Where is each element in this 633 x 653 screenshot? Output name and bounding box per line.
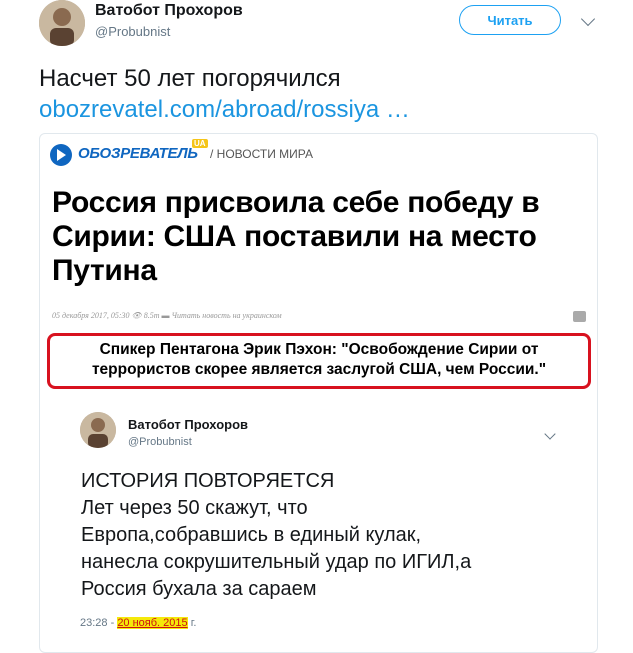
quote-box: Спикер Пентагона Эрик Пэхон: "Освобожден…: [47, 333, 591, 389]
news-screenshot-card[interactable]: ОБОЗРЕВАТЕЛЬ UA / НОВОСТИ МИРА Россия пр…: [39, 133, 598, 653]
embedded-line: ИСТОРИЯ ПОВТОРЯЕТСЯ: [81, 470, 335, 492]
article-meta: 05 декабря 2017, 05:30 👁 8.5т ▬ Читать н…: [52, 311, 282, 320]
embedded-tweet-text: ИСТОРИЯ ПОВТОРЯЕТСЯ Лет через 50 скажут,…: [81, 468, 471, 603]
embedded-date: 20 нояб. 2015: [117, 617, 188, 629]
author-handle[interactable]: @Probubnist: [95, 24, 170, 39]
follow-button[interactable]: Читать: [459, 5, 561, 35]
logo-badge: UA: [192, 139, 208, 148]
obozrevatel-logo-icon: [50, 144, 72, 166]
embedded-line: Европа,собравшись в единый кулак,: [81, 524, 422, 546]
chevron-down-icon[interactable]: [580, 11, 596, 27]
author-name[interactable]: Ватобот Прохоров: [95, 2, 243, 20]
site-logo-text: ОБОЗРЕВАТЕЛЬ: [78, 145, 198, 162]
quote-text: Спикер Пентагона Эрик Пэхон: "Освобожден…: [91, 341, 547, 378]
embedded-time: 23:28 -: [80, 617, 115, 629]
embedded-author-handle: @Probubnist: [128, 436, 192, 448]
printer-icon: [573, 311, 586, 322]
embedded-date-suffix: г.: [190, 617, 197, 629]
embedded-timestamp: 23:28 - 20 нояб. 2015 г.: [80, 617, 196, 629]
embedded-author-name: Ватобот Прохоров: [128, 417, 249, 432]
embedded-line: нанесла сокрушительный удар по ИГИЛ,а: [81, 551, 472, 573]
article-headline: Россия присвоила себе победу в Сирии: СШ…: [52, 186, 540, 287]
embedded-chevron-down-icon: [544, 428, 556, 440]
embedded-line: Россия бухала за сараем: [81, 578, 317, 600]
tweet-text: Насчет 50 лет погорячился: [39, 65, 341, 92]
avatar[interactable]: [39, 0, 85, 46]
tweet-link[interactable]: obozrevatel.com/abroad/rossiya …: [39, 95, 410, 124]
embedded-avatar: [80, 412, 116, 448]
embedded-line: Лет через 50 скажут, что: [81, 497, 308, 519]
section-label: / НОВОСТИ МИРА: [210, 147, 313, 161]
